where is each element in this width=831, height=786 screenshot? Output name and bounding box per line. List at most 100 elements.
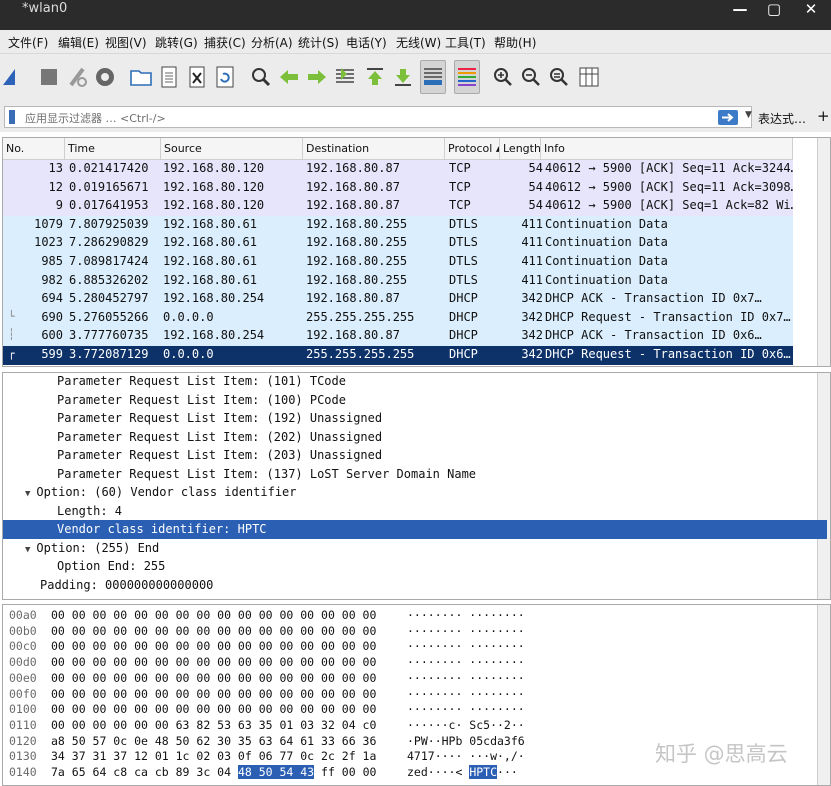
bytes-row[interactable]: 00d0 00 00 00 00 00 00 00 00 00 00 00 00 … [3, 655, 525, 671]
autoscroll-icon[interactable] [420, 60, 446, 94]
detail-line[interactable]: Vendor class identifier: HPTC [3, 520, 827, 539]
table-row[interactable]: 694 5.280452797 192.168.80.254 192.168.80.8… [3, 290, 793, 309]
menu-item-1[interactable]: 编辑(E) [58, 34, 99, 51]
bytes-row[interactable]: 0100 00 00 00 00 00 00 00 00 00 00 00 00 … [3, 702, 525, 718]
packet-details-pane[interactable]: Parameter Request List Item: (101) TCode… [2, 372, 831, 600]
table-row[interactable]: 13 0.021417420 192.168.80.120 192.168.80.87… [3, 160, 793, 179]
ascii-text: ·PW··HPb 05cda3f6 [407, 733, 525, 748]
go-back-icon[interactable] [276, 60, 302, 94]
menu-item-8[interactable]: 无线(W) [396, 34, 441, 51]
col-header-protocol[interactable]: Protocol ▴ [445, 138, 500, 160]
colorize-icon[interactable] [454, 60, 480, 94]
detail-line[interactable]: Length: 4 [3, 502, 827, 521]
menu-item-3[interactable]: 跳转(G) [155, 34, 198, 51]
detail-line[interactable]: Parameter Request List Item: (203) Unass… [3, 446, 827, 465]
bytes-row[interactable]: 00f0 00 00 00 00 00 00 00 00 00 00 00 00 … [3, 687, 525, 703]
col-header-source[interactable]: Source [161, 138, 303, 160]
filter-history-dropdown-icon[interactable]: ▼ [745, 110, 752, 120]
detail-line[interactable]: Option End: 255 [3, 557, 827, 576]
packet-time: 0.017641953 [69, 198, 149, 213]
table-row[interactable]: 985 7.089817424 192.168.80.61 192.168.80.25… [3, 252, 793, 272]
ascii-bytes: ········ ········ [407, 655, 525, 670]
bytes-row[interactable]: 00a0 00 00 00 00 00 00 00 00 00 00 00 00 … [3, 608, 525, 624]
table-row[interactable]: └ 690 5.276055266 0.0.0.0 255.255.255.255 DHC… [3, 308, 793, 328]
display-filter-input[interactable]: 应用显示过滤器 … <Ctrl-/> ▼ [4, 106, 752, 128]
packet-time: 7.089817424 [69, 253, 149, 268]
bytes-row[interactable]: 00e0 00 00 00 00 00 00 00 00 00 00 00 00 … [3, 671, 525, 687]
table-row[interactable]: ┌ 599 3.772087129 0.0.0.0 255.255.255.255 DHC… [3, 345, 793, 365]
menu-item-9[interactable]: 工具(T) [445, 34, 486, 51]
maximize-button[interactable]: ▢ [758, 0, 790, 20]
main-toolbar [0, 54, 831, 102]
table-row[interactable]: 1023 7.286290829 192.168.80.61 192.168.80.2… [3, 234, 793, 253]
col-header-info[interactable]: Info [541, 138, 793, 160]
normal-size-icon[interactable] [546, 60, 572, 94]
expand-toggle-icon[interactable]: ▼ [25, 545, 30, 555]
table-row[interactable]: 982 6.885326202 192.168.80.61 192.168.80.25… [3, 271, 793, 291]
bytes-row[interactable]: 0140 7a 65 64 c8 ca cb 89 3c 04 48 50 54 … [3, 765, 523, 781]
col-header-no[interactable]: No. [3, 138, 65, 160]
hex-bytes: a8 50 57 0c 0e 48 50 62 30 35 63 64 61 3… [51, 734, 376, 749]
detail-line[interactable]: Padding: 000000000000000 [3, 576, 827, 595]
last-packet-icon[interactable] [390, 60, 416, 94]
menu-item-0[interactable]: 文件(F) [8, 34, 48, 51]
options-gear-icon[interactable] [92, 60, 118, 94]
ascii-text: ········ ········ [407, 608, 525, 622]
zoom-in-icon[interactable] [490, 60, 516, 94]
packet-destination: 192.168.80.255 [306, 272, 408, 287]
zoom-out-icon[interactable] [518, 60, 544, 94]
packet-source: 192.168.80.61 [163, 272, 257, 287]
detail-line[interactable]: Parameter Request List Item: (100) PCode [3, 391, 827, 410]
col-header-destination[interactable]: Destination [303, 138, 445, 160]
bytes-row[interactable]: 00c0 00 00 00 00 00 00 00 00 00 00 00 00 … [3, 639, 525, 655]
bytes-row[interactable]: 0110 00 00 00 00 00 00 63 82 53 63 35 01 … [3, 718, 525, 734]
stop-icon[interactable] [36, 60, 62, 94]
bytes-row[interactable]: 0120 a8 50 57 0c 0e 48 50 62 30 35 63 64 … [3, 733, 525, 750]
packet-time: 6.885326202 [69, 272, 149, 287]
detail-line[interactable]: Parameter Request List Item: (101) TCode [3, 373, 827, 391]
minimize-button[interactable]: — [724, 0, 756, 20]
resize-columns-icon[interactable] [576, 60, 602, 94]
col-header-length[interactable]: Length [500, 138, 541, 160]
menu-item-2[interactable]: 视图(V) [105, 34, 147, 51]
menu-item-7[interactable]: 电话(Y) [346, 34, 387, 51]
detail-line[interactable]: ▼ Option: (60) Vendor class identifier [3, 483, 827, 502]
go-to-packet-icon[interactable] [332, 60, 358, 94]
table-row[interactable]: 12 0.019165671 192.168.80.120 192.168.80.87… [3, 178, 793, 198]
close-button[interactable]: ✕ [795, 0, 827, 20]
bytes-row[interactable]: 00b0 00 00 00 00 00 00 00 00 00 00 00 00 … [3, 624, 525, 640]
menu-item-4[interactable]: 捕获(C) [204, 34, 246, 51]
save-file-icon[interactable] [156, 60, 182, 94]
table-row[interactable]: 9 0.017641953 192.168.80.120 192.168.80.87 T… [3, 197, 793, 216]
bookmark-icon[interactable] [9, 110, 15, 124]
reload-icon[interactable] [212, 60, 238, 94]
detail-line[interactable]: Parameter Request List Item: (192) Unass… [3, 409, 827, 428]
table-row[interactable]: 1079 7.807925039 192.168.80.61 192.168.80.2… [3, 215, 793, 235]
open-folder-icon[interactable] [128, 60, 154, 94]
first-packet-icon[interactable] [362, 60, 388, 94]
menu-item-6[interactable]: 统计(S) [298, 34, 339, 51]
menu-item-5[interactable]: 分析(A) [251, 34, 293, 51]
restart-icon[interactable] [64, 60, 90, 94]
col-header-time[interactable]: Time [65, 138, 161, 160]
shark-fin-icon[interactable] [0, 60, 26, 94]
close-file-icon[interactable] [184, 60, 210, 94]
expand-toggle-icon[interactable]: ▼ [25, 489, 30, 499]
packet-source: 0.0.0.0 [163, 309, 214, 324]
packet-list-pane[interactable]: No. Time Source Destination Protocol ▴ L… [2, 137, 831, 367]
expression-button[interactable]: 表达式… [758, 110, 806, 127]
detail-line[interactable]: ▼ Option: (255) End [3, 539, 827, 558]
go-forward-icon[interactable] [304, 60, 330, 94]
bytes-scrollbar[interactable] [817, 605, 830, 785]
bytes-row[interactable]: 0130 34 37 31 37 12 01 1c 02 03 0f 06 77 … [3, 749, 525, 765]
add-filter-button[interactable]: + [817, 107, 830, 125]
find-icon[interactable] [248, 60, 274, 94]
apply-filter-arrow-icon[interactable] [718, 110, 738, 125]
packet-list-scrollbar[interactable] [817, 138, 830, 366]
detail-line[interactable]: Parameter Request List Item: (137) LoST … [3, 465, 827, 484]
table-row[interactable]: ┆ 600 3.777760735 192.168.80.254 192.168.80.… [3, 327, 793, 346]
packet-destination: 255.255.255.255 [306, 309, 415, 324]
detail-line[interactable]: Parameter Request List Item: (202) Unass… [3, 428, 827, 447]
menu-item-10[interactable]: 帮助(H) [494, 34, 536, 51]
packet-length: 54 [528, 161, 543, 175]
